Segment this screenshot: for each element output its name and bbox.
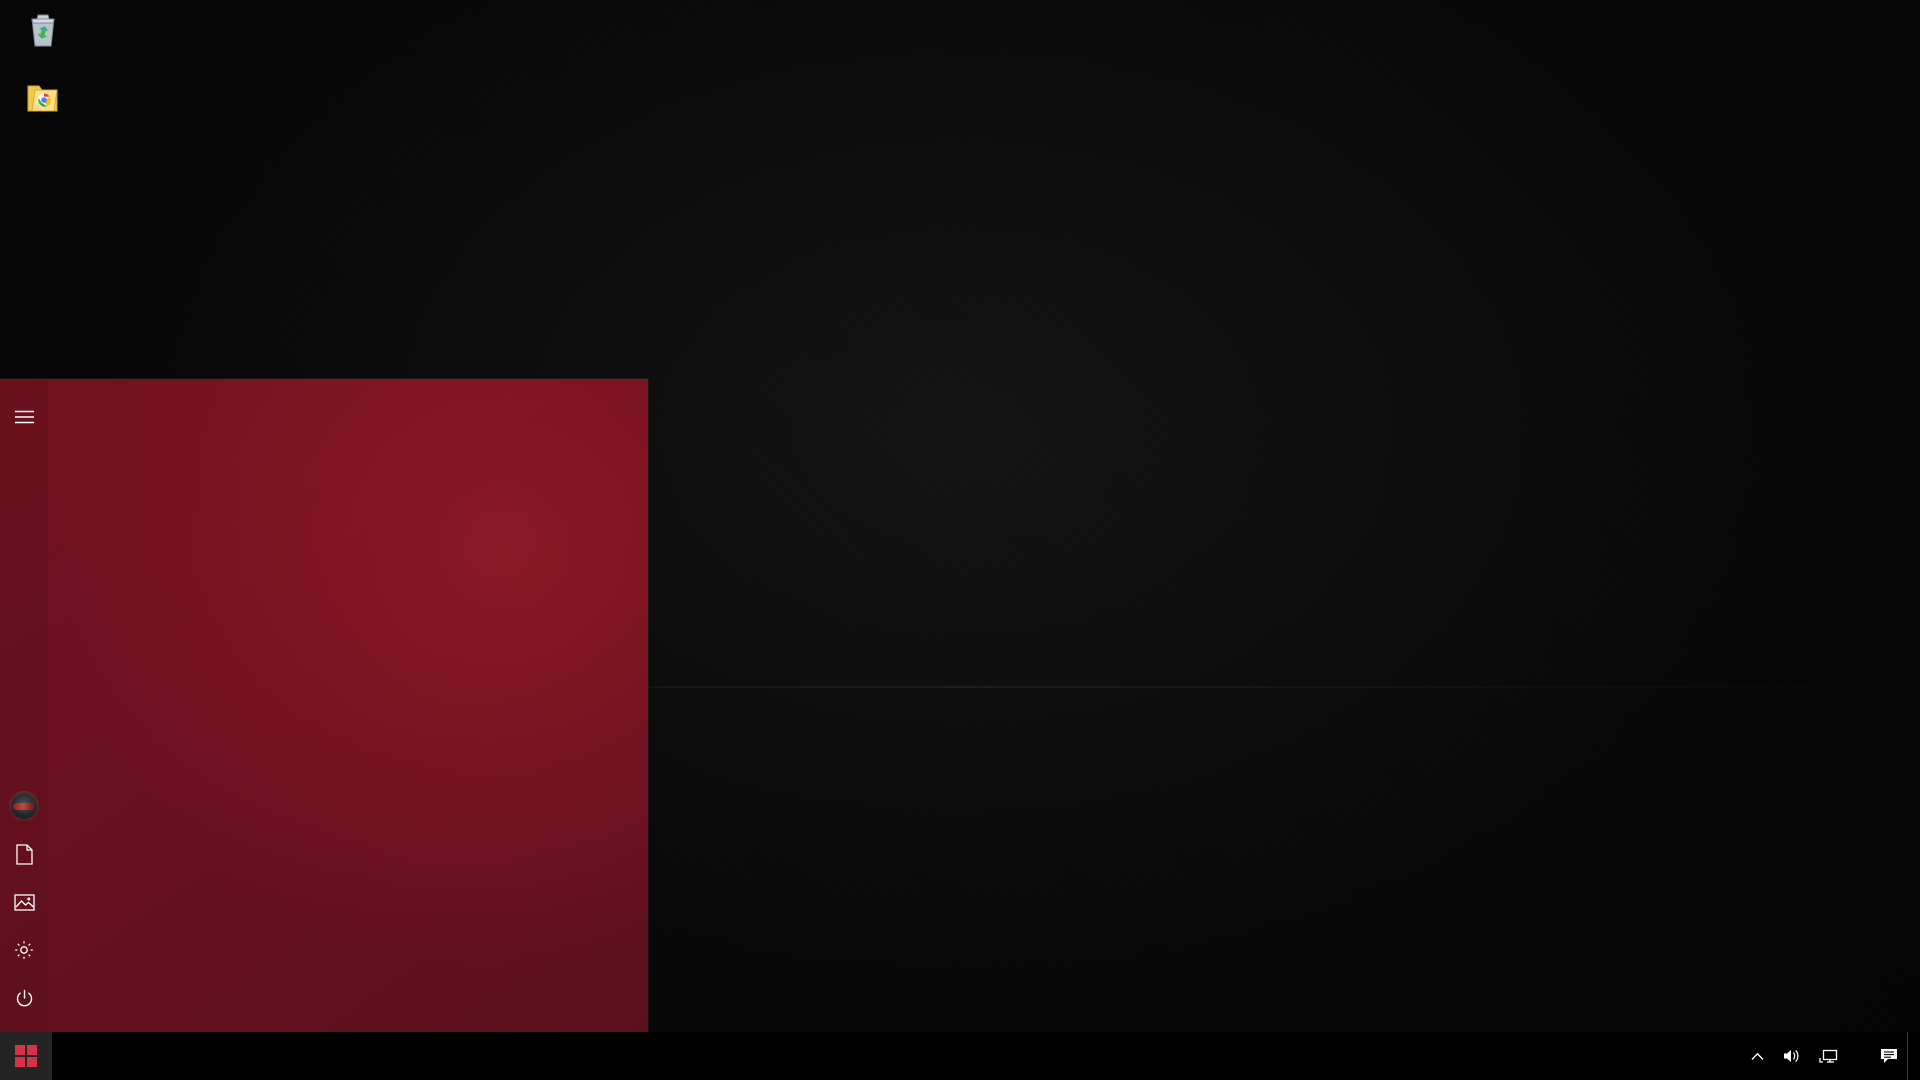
volume-speaker-icon[interactable]: [1773, 1032, 1810, 1080]
user-avatar-icon[interactable]: [0, 782, 48, 830]
action-center-icon[interactable]: [1871, 1032, 1907, 1080]
show-desktop-button[interactable]: [1907, 1032, 1916, 1080]
desktop-screen: [0, 0, 1920, 1080]
system-tray: [1742, 1032, 1920, 1080]
recycle-bin-icon: [0, 6, 86, 54]
taskbar-clock[interactable]: [1847, 1032, 1871, 1080]
desktop-icon-temp[interactable]: [0, 74, 86, 127]
avatar: [9, 791, 39, 821]
document-icon[interactable]: [0, 830, 48, 878]
taskbar: [0, 1032, 1920, 1080]
start-menu: [0, 379, 648, 1032]
desktop-icon-recycle-bin[interactable]: [0, 6, 86, 59]
gear-icon[interactable]: [0, 926, 48, 974]
show-hidden-icons-chevron-up-icon[interactable]: [1742, 1032, 1773, 1080]
network-monitor-icon[interactable]: [1810, 1032, 1847, 1080]
folder-chrome-icon: [0, 74, 86, 122]
most-used-header: [48, 395, 304, 407]
start-menu-tiles: [304, 379, 648, 1032]
start-menu-app-list[interactable]: [48, 379, 304, 1032]
hamburger-icon[interactable]: [0, 393, 48, 441]
start-button[interactable]: [0, 1032, 52, 1080]
picture-icon[interactable]: [0, 878, 48, 926]
start-menu-rail: [0, 379, 48, 1032]
power-icon[interactable]: [0, 974, 48, 1022]
